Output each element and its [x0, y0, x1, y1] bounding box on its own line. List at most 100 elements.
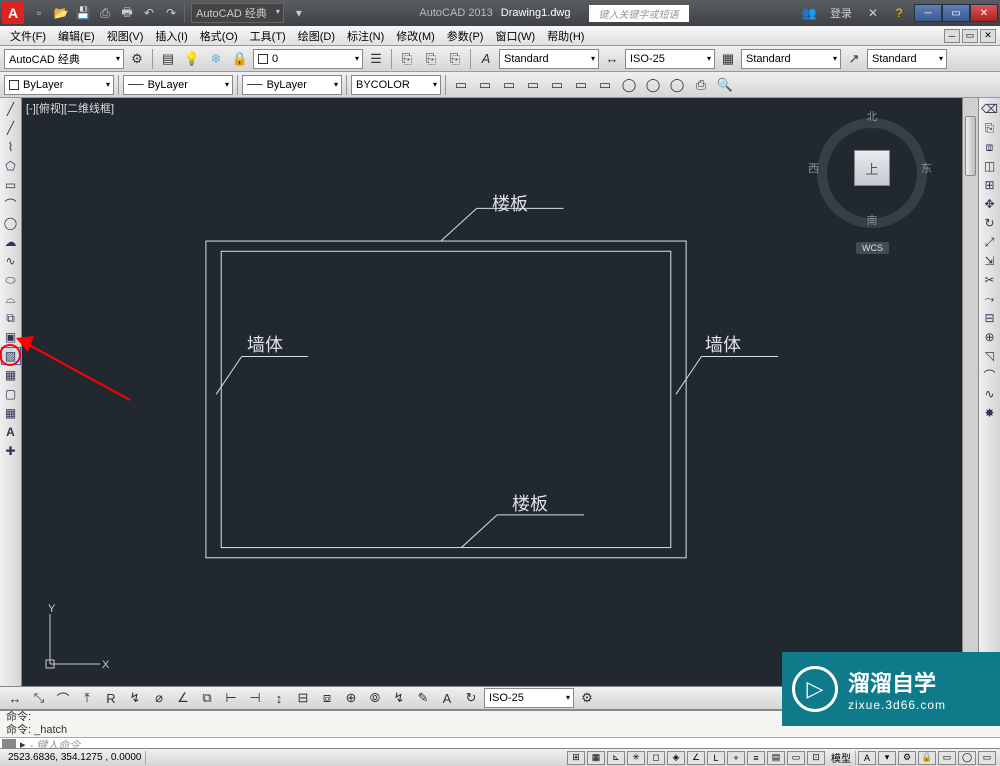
mdi-restore-button[interactable]: ▭: [962, 29, 978, 43]
scroll-thumb[interactable]: [965, 116, 976, 176]
trim-icon[interactable]: ✂: [980, 271, 1000, 289]
dim-quick-icon[interactable]: ⧉: [196, 687, 218, 709]
addselected-icon[interactable]: ✚: [1, 442, 21, 460]
status-polar-icon[interactable]: ✳: [627, 751, 645, 765]
menu-param[interactable]: 参数(P): [441, 26, 490, 46]
status-3dosnap-icon[interactable]: ◈: [667, 751, 685, 765]
vertical-scrollbar[interactable]: [962, 98, 978, 708]
menu-view[interactable]: 视图(V): [101, 26, 150, 46]
layer-on-icon[interactable]: 💡: [181, 48, 203, 70]
status-lock-icon[interactable]: 🔒: [918, 751, 936, 765]
workspace-settings-icon[interactable]: ⚙: [126, 48, 148, 70]
mleaderstyle-icon[interactable]: ↗: [843, 48, 865, 70]
dim-space-icon[interactable]: ↕: [268, 687, 290, 709]
menu-dimension[interactable]: 标注(N): [341, 26, 390, 46]
menu-format[interactable]: 格式(O): [194, 26, 244, 46]
blend-icon[interactable]: ∿: [980, 385, 1000, 403]
mdi-close-button[interactable]: ✕: [980, 29, 996, 43]
status-snap-icon[interactable]: ⊞: [567, 751, 585, 765]
dim-update-icon[interactable]: ↻: [460, 687, 482, 709]
tablestyle-icon[interactable]: ▦: [717, 48, 739, 70]
status-lwt-icon[interactable]: ≡: [747, 751, 765, 765]
dim-inspect-icon[interactable]: ⦾: [364, 687, 386, 709]
status-dyn-icon[interactable]: +: [727, 751, 745, 765]
dim-tolerance-icon[interactable]: ⧈: [316, 687, 338, 709]
infocenter-icon[interactable]: 👥: [799, 3, 819, 23]
status-ducs-icon[interactable]: L: [707, 751, 725, 765]
window-close-button[interactable]: ✕: [970, 4, 998, 22]
dim-diameter-icon[interactable]: ⌀: [148, 687, 170, 709]
menu-file[interactable]: 文件(F): [4, 26, 52, 46]
app-logo[interactable]: A: [2, 2, 24, 24]
std-tool-icon[interactable]: ◯: [642, 74, 664, 96]
status-clean-icon[interactable]: ▭: [978, 751, 996, 765]
linetype-dropdown[interactable]: ──ByLayer▾: [123, 75, 233, 95]
textstyle-icon[interactable]: A: [475, 48, 497, 70]
break-icon[interactable]: ⊟: [980, 309, 1000, 327]
std-tool-icon[interactable]: ⎙: [690, 74, 712, 96]
mtext-icon[interactable]: A: [1, 423, 21, 441]
std-tool-icon[interactable]: 🔍: [714, 74, 736, 96]
std-tool-icon[interactable]: ▭: [498, 74, 520, 96]
dim-baseline-icon[interactable]: ⊢: [220, 687, 242, 709]
qat-open-icon[interactable]: 📂: [51, 3, 71, 23]
status-qp-icon[interactable]: ▭: [787, 751, 805, 765]
status-tpy-icon[interactable]: ▤: [767, 751, 785, 765]
login-button[interactable]: 登录: [830, 5, 852, 21]
exchange-icon[interactable]: ✕: [863, 3, 883, 23]
menu-window[interactable]: 窗口(W): [489, 26, 541, 46]
std-tool-icon[interactable]: ▭: [570, 74, 592, 96]
tool-icon[interactable]: ⎘: [396, 48, 418, 70]
std-tool-icon[interactable]: ▭: [594, 74, 616, 96]
viewcube-east[interactable]: 东: [921, 160, 932, 176]
dim-angular-icon[interactable]: ∠: [172, 687, 194, 709]
revcloud-icon[interactable]: ☁: [1, 233, 21, 251]
viewcube-top[interactable]: 上: [854, 150, 890, 186]
menu-help[interactable]: 帮助(H): [541, 26, 590, 46]
dim-joglinear-icon[interactable]: ↯: [388, 687, 410, 709]
dim-break-icon[interactable]: ⊟: [292, 687, 314, 709]
block-icon[interactable]: ▣: [1, 328, 21, 346]
scale-icon[interactable]: ⤢: [980, 233, 1000, 251]
dim-style-manager-icon[interactable]: ⚙: [576, 687, 598, 709]
array-icon[interactable]: ⊞: [980, 176, 1000, 194]
status-ann-icon[interactable]: A: [858, 751, 876, 765]
rectangle-icon[interactable]: ▭: [1, 176, 21, 194]
copy-icon[interactable]: ⎘: [980, 119, 1000, 137]
chamfer-icon[interactable]: ◹: [980, 347, 1000, 365]
qat-more-icon[interactable]: ▾: [289, 3, 309, 23]
move-icon[interactable]: ✥: [980, 195, 1000, 213]
status-sc-icon[interactable]: ⊡: [807, 751, 825, 765]
status-otrack-icon[interactable]: ∠: [687, 751, 705, 765]
fillet-icon[interactable]: ⌒: [980, 366, 1000, 384]
plotstyle-dropdown[interactable]: BYCOLOR▾: [351, 75, 441, 95]
menu-tools[interactable]: 工具(T): [244, 26, 292, 46]
status-hw-icon[interactable]: ▭: [938, 751, 956, 765]
qat-saveas-icon[interactable]: ⎙: [95, 3, 115, 23]
status-ws-icon[interactable]: ⚙: [898, 751, 916, 765]
status-ortho-icon[interactable]: ⊾: [607, 751, 625, 765]
tool-icon[interactable]: ⎘: [420, 48, 442, 70]
arc-icon[interactable]: ⌒: [1, 195, 21, 213]
window-minimize-button[interactable]: ─: [914, 4, 942, 22]
dim-radius-icon[interactable]: R: [100, 687, 122, 709]
dim-ordinate-icon[interactable]: ⤒: [76, 687, 98, 709]
menu-insert[interactable]: 插入(I): [149, 26, 193, 46]
insert-icon[interactable]: ⧉: [1, 309, 21, 327]
hatch-icon[interactable]: ▨: [1, 347, 21, 365]
std-tool-icon[interactable]: ▭: [546, 74, 568, 96]
ellipse-icon[interactable]: ⬭: [1, 271, 21, 289]
menu-modify[interactable]: 修改(M): [390, 26, 441, 46]
extend-icon[interactable]: ⤳: [980, 290, 1000, 308]
std-tool-icon[interactable]: ▭: [450, 74, 472, 96]
status-coords[interactable]: 2523.6836, 354.1275 , 0.0000: [4, 751, 146, 765]
dim-edit-icon[interactable]: ✎: [412, 687, 434, 709]
layer-lock-icon[interactable]: 🔒: [229, 48, 251, 70]
dim-continue-icon[interactable]: ⊣: [244, 687, 266, 709]
circle-icon[interactable]: ◯: [1, 214, 21, 232]
std-tool-icon[interactable]: ◯: [666, 74, 688, 96]
polygon-icon[interactable]: ⬠: [1, 157, 21, 175]
qat-redo-icon[interactable]: ↷: [161, 3, 181, 23]
status-space[interactable]: 模型: [827, 751, 856, 765]
join-icon[interactable]: ⊕: [980, 328, 1000, 346]
